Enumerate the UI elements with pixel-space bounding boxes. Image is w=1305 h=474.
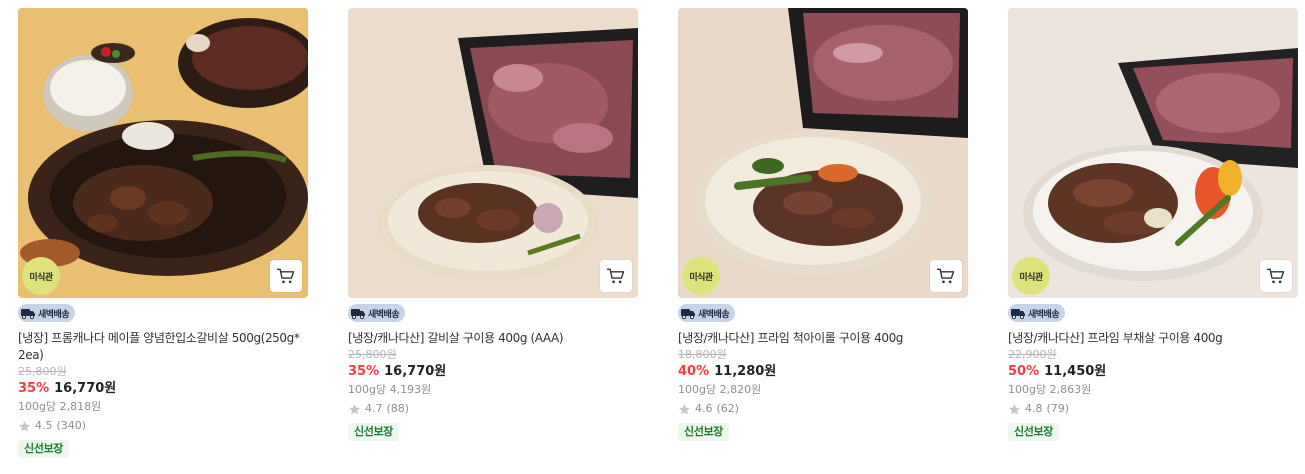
price-row: 50% 11,450원 [1008,363,1298,381]
sale-price: 16,770원 [384,364,447,379]
rating: 4.5 (340) [18,418,308,434]
add-to-cart-button[interactable] [270,260,302,292]
meat-photo [348,8,638,298]
product-title[interactable]: [냉장/캐나다산] 프라임 척아이롤 구이용 400g [678,330,960,347]
product-card[interactable]: 미식관 새벽배송 [냉장] 프롬캐나다 메이플 양념한입소갈비살 500g(25… [18,8,308,458]
sale-price: 16,770원 [54,381,117,396]
fresh-guarantee-tag: 신선보장 [18,440,69,458]
delivery-label: 새벽배송 [368,309,400,320]
star-icon [349,403,360,414]
unit-price: 100g당 2,863원 [1008,383,1092,396]
truck-icon [351,309,365,320]
price-row: 40% 11,280원 [678,363,968,381]
review-count: (340) [56,419,87,432]
gourmet-badge: 미식관 [682,257,720,295]
product-title[interactable]: [냉장/캐나다산] 갈비살 구이용 400g (AAA) [348,330,630,347]
unit-price: 100g당 4,193원 [348,383,432,396]
rating-score: 4.7 [365,402,383,415]
cart-icon [1266,268,1285,284]
review-count: (62) [716,402,740,415]
gourmet-badge: 미식관 [1012,257,1050,295]
rating-score: 4.5 [35,419,53,432]
product-grid: 미식관 새벽배송 [냉장] 프롬캐나다 메이플 양념한입소갈비살 500g(25… [0,0,1305,474]
cart-icon [606,268,625,284]
meat-photo [678,8,968,298]
sale-price: 11,450원 [1044,364,1107,379]
unit-price: 100g당 2,820원 [678,383,762,396]
delivery-badge: 새벽배송 [1008,304,1066,322]
cart-icon [936,268,955,284]
add-to-cart-button[interactable] [600,260,632,292]
product-card[interactable]: 미식관 새벽배송 [냉장/캐나다산] 프라임 척아이롤 구이용 400g 18,… [678,8,968,441]
unit-price: 100g당 2,818원 [18,400,102,413]
sale-price: 11,280원 [714,364,777,379]
delivery-label: 새벽배송 [1028,309,1060,320]
review-count: (88) [386,402,410,415]
price-row: 35% 16,770원 [18,380,308,398]
discount-rate: 35% [348,364,380,379]
truck-icon [21,309,35,320]
product-image[interactable]: 미식관 [18,8,308,298]
original-price: 25,800원 [18,365,67,378]
delivery-badge: 새벽배송 [18,304,76,322]
delivery-badge: 새벽배송 [678,304,736,322]
meat-photo [18,8,308,298]
delivery-label: 새벽배송 [38,309,70,320]
add-to-cart-button[interactable] [1260,260,1292,292]
discount-rate: 35% [18,381,50,396]
rating: 4.7 (88) [348,401,638,417]
original-price: 25,800원 [348,348,397,361]
review-count: (79) [1046,402,1070,415]
product-image[interactable]: 미식관 [678,8,968,298]
rating-score: 4.8 [1025,402,1043,415]
price-row: 35% 16,770원 [348,363,638,381]
product-image[interactable]: 미식관 [1008,8,1298,298]
rating-score: 4.6 [695,402,713,415]
product-title[interactable]: [냉장/캐나다산] 프라임 부채살 구이용 400g [1008,330,1290,347]
fresh-guarantee-tag: 신선보장 [1008,423,1059,441]
truck-icon [681,309,695,320]
cart-icon [276,268,295,284]
product-card[interactable]: 미식관 새벽배송 [냉장/캐나다산] 프라임 부채살 구이용 400g 22,9… [1008,8,1298,441]
meat-photo [1008,8,1298,298]
delivery-label: 새벽배송 [698,309,730,320]
gourmet-badge: 미식관 [22,257,60,295]
product-title[interactable]: [냉장] 프롬캐나다 메이플 양념한입소갈비살 500g(250g*2ea) [18,330,300,364]
rating: 4.8 (79) [1008,401,1298,417]
original-price: 18,800원 [678,348,727,361]
product-image[interactable] [348,8,638,298]
star-icon [19,420,30,431]
fresh-guarantee-tag: 신선보장 [348,423,399,441]
star-icon [1009,403,1020,414]
product-card[interactable]: 새벽배송 [냉장/캐나다산] 갈비살 구이용 400g (AAA) 25,800… [348,8,638,441]
discount-rate: 40% [678,364,710,379]
star-icon [679,403,690,414]
fresh-guarantee-tag: 신선보장 [678,423,729,441]
truck-icon [1011,309,1025,320]
original-price: 22,900원 [1008,348,1057,361]
discount-rate: 50% [1008,364,1040,379]
rating: 4.6 (62) [678,401,968,417]
add-to-cart-button[interactable] [930,260,962,292]
delivery-badge: 새벽배송 [348,304,406,322]
